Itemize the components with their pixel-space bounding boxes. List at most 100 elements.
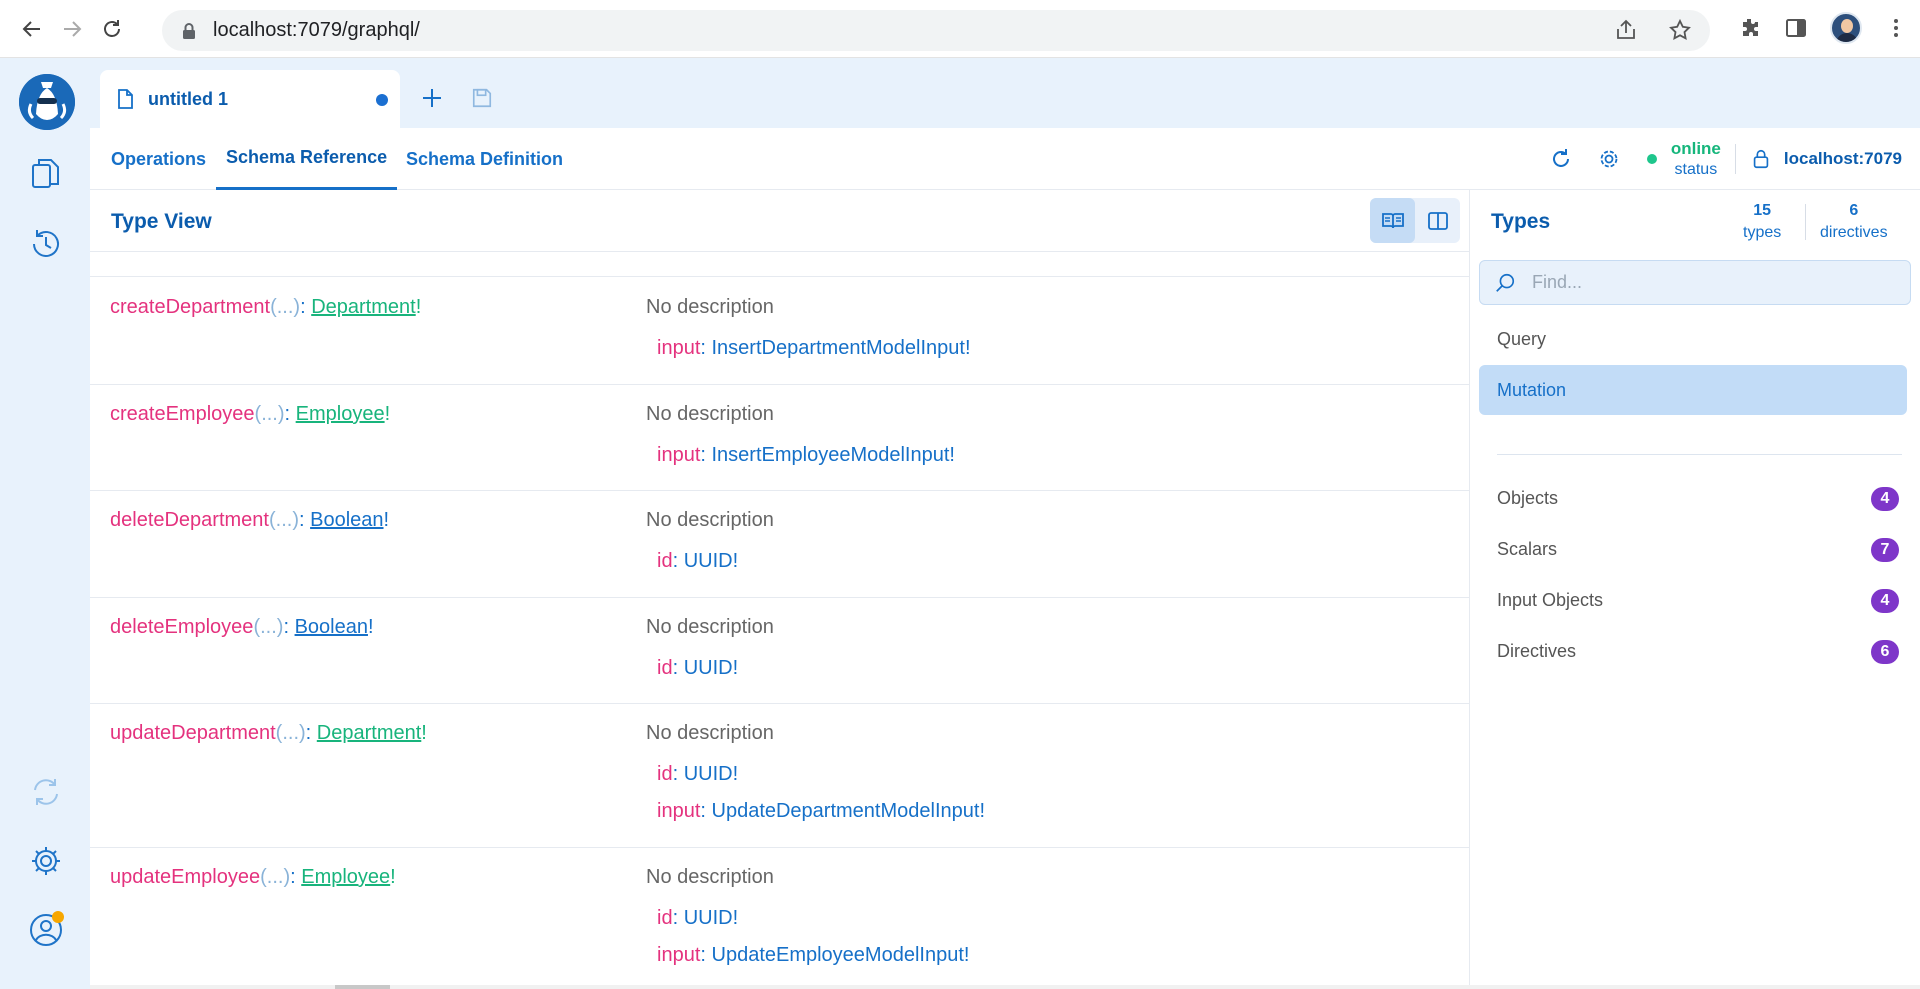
profile-avatar[interactable] <box>1830 12 1862 44</box>
type-view-header: Type View <box>90 190 1469 252</box>
extensions-icon[interactable] <box>1738 16 1762 40</box>
main-panel: Operations Schema Reference Schema Defin… <box>90 128 1920 989</box>
field-name[interactable]: deleteDepartment <box>110 509 269 531</box>
field-args-toggle[interactable]: (...) <box>276 722 306 744</box>
file-icon <box>118 89 133 109</box>
gear-icon <box>1600 150 1618 168</box>
field-description: No description <box>646 866 774 888</box>
divider <box>1734 144 1736 174</box>
endpoint-host[interactable]: localhost:7079 <box>1784 149 1902 169</box>
document-tab-title: untitled 1 <box>148 88 228 109</box>
category-input-objects[interactable]: Input Objects 4 <box>1479 575 1907 625</box>
plus-icon <box>423 89 441 107</box>
field-args-toggle[interactable]: (...) <box>255 403 285 425</box>
document-tabbar: untitled 1 <box>90 58 1920 128</box>
connection-status-area: online status localhost:7079 <box>1547 128 1902 190</box>
arg-type-link[interactable]: InsertDepartmentModelInput! <box>712 337 971 359</box>
category-label: Scalars <box>1497 538 1558 559</box>
field-signature: createEmployee(...): Employee! <box>110 403 391 425</box>
arg-type-link[interactable]: UUID! <box>684 550 738 572</box>
back-button[interactable] <box>12 9 52 49</box>
field-args-toggle[interactable]: (...) <box>269 509 299 531</box>
document-tab[interactable]: untitled 1 <box>100 70 400 128</box>
status-value: online <box>1670 139 1721 158</box>
field-type-link[interactable]: Department <box>311 296 416 318</box>
field-arg: input: UpdateEmployeeModelInput! <box>657 944 970 966</box>
field-arg: input: UpdateDepartmentModelInput! <box>657 800 986 822</box>
field-args-toggle[interactable]: (...) <box>253 616 283 638</box>
new-tab-button[interactable] <box>418 84 446 112</box>
field-description: No description <box>646 722 774 744</box>
field-signature: deleteEmployee(...): Boolean! <box>110 616 374 638</box>
more-vert-icon[interactable] <box>1884 16 1908 40</box>
field-type-link[interactable]: Boolean <box>295 616 368 638</box>
documents-nav[interactable] <box>26 154 66 194</box>
field-name[interactable]: updateEmployee <box>110 866 260 888</box>
arg-name: id <box>657 907 673 929</box>
gear-icon <box>32 847 60 875</box>
arg-type-link[interactable]: UUID! <box>684 907 738 929</box>
tab-schema-reference[interactable]: Schema Reference <box>216 128 398 190</box>
star-icon[interactable] <box>1668 18 1692 42</box>
field-arg: id: UUID! <box>657 907 739 929</box>
arrow-right-icon <box>64 20 82 37</box>
field-arg: input: InsertEmployeeModelInput! <box>657 444 955 466</box>
save-button[interactable] <box>468 84 496 112</box>
address-bar[interactable]: localhost:7079/graphql/ <box>162 10 1710 51</box>
connection-status: online status <box>1671 138 1721 180</box>
category-objects[interactable]: Objects 4 <box>1479 473 1907 523</box>
settings-nav[interactable] <box>26 841 66 881</box>
root-type-mutation[interactable]: Mutation <box>1479 365 1907 415</box>
app-logo[interactable] <box>19 74 75 130</box>
arg-type-link[interactable]: UpdateEmployeeModelInput! <box>712 944 970 966</box>
field-type-link[interactable]: Employee <box>301 866 390 888</box>
history-icon <box>33 230 59 257</box>
field-row: createEmployee(...): Employee! No descri… <box>90 385 1469 491</box>
category-directives[interactable]: Directives 6 <box>1479 626 1907 676</box>
field-args-toggle[interactable]: (...) <box>270 296 300 318</box>
horizontal-scrollbar[interactable] <box>90 985 1920 989</box>
field-name[interactable]: deleteEmployee <box>110 616 253 638</box>
sync-nav[interactable] <box>26 772 66 812</box>
view-mode-toggle <box>1370 198 1460 243</box>
refresh-icon <box>1552 149 1569 167</box>
arg-type-link[interactable]: UUID! <box>684 657 738 679</box>
split-view-button[interactable] <box>1415 198 1460 243</box>
left-sidebar <box>0 58 90 989</box>
field-type-link[interactable]: Employee <box>296 403 385 425</box>
tab-schema-definition[interactable]: Schema Definition <box>406 128 563 190</box>
share-icon[interactable] <box>1614 18 1638 42</box>
history-nav[interactable] <box>26 224 66 264</box>
types-count-label: types <box>1743 224 1782 241</box>
account-nav[interactable] <box>26 910 66 950</box>
app-shell: untitled 1 Operations Schema Reference S… <box>0 58 1920 989</box>
field-name[interactable]: updateDepartment <box>110 722 276 744</box>
side-panel-icon[interactable] <box>1784 16 1808 40</box>
forward-button[interactable] <box>52 9 92 49</box>
root-type-query[interactable]: Query <box>1479 314 1907 364</box>
arg-type-link[interactable]: UpdateDepartmentModelInput! <box>712 800 986 822</box>
field-args-toggle[interactable]: (...) <box>260 866 290 888</box>
reload-button[interactable] <box>92 9 132 49</box>
field-name[interactable]: createDepartment <box>110 296 270 318</box>
url-text: localhost:7079/graphql/ <box>213 19 420 41</box>
arg-name: input <box>657 337 701 359</box>
connection-settings-button[interactable] <box>1595 145 1623 173</box>
category-scalars[interactable]: Scalars 7 <box>1479 524 1907 574</box>
field-type-link[interactable]: Department <box>317 722 422 744</box>
tab-operations[interactable]: Operations <box>111 128 206 190</box>
arg-name: input <box>657 444 701 466</box>
arg-type-link[interactable]: InsertEmployeeModelInput! <box>712 444 955 466</box>
field-name[interactable]: createEmployee <box>110 403 255 425</box>
root-type-label: Query <box>1497 328 1547 349</box>
field-arg: id: UUID! <box>657 550 739 572</box>
arg-type-link[interactable]: UUID! <box>684 763 738 785</box>
field-description: No description <box>646 403 774 425</box>
list-view-button[interactable] <box>1370 198 1415 243</box>
field-signature: updateEmployee(...): Employee! <box>110 866 396 888</box>
field-type-link[interactable]: Boolean <box>310 509 383 531</box>
refresh-schema-button[interactable] <box>1547 145 1575 173</box>
field-signature: deleteDepartment(...): Boolean! <box>110 509 390 531</box>
type-search-input[interactable] <box>1532 272 1892 293</box>
scrollbar-thumb[interactable] <box>335 985 390 989</box>
